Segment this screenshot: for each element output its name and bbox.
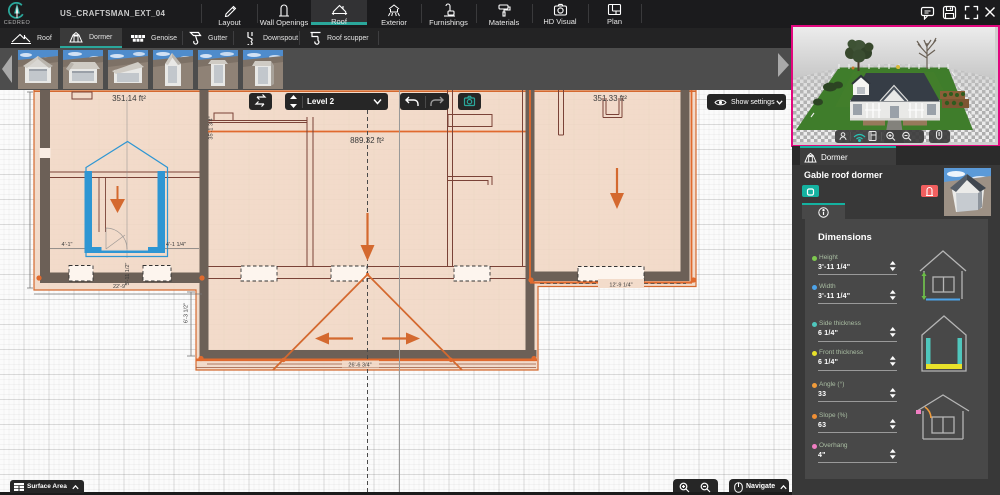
- svg-text:889.32 ft²: 889.32 ft²: [350, 136, 384, 145]
- svg-text:26'-6 3/4": 26'-6 3/4": [348, 363, 371, 369]
- svg-text:351.14 ft²: 351.14 ft²: [112, 94, 146, 103]
- svg-text:6'-3 1/2": 6'-3 1/2": [184, 303, 190, 323]
- svg-text:35'-1 3/4": 35'-1 3/4": [209, 116, 215, 139]
- svg-text:351.33 ft²: 351.33 ft²: [593, 94, 627, 103]
- svg-text:4'-1 1/4": 4'-1 1/4": [166, 242, 186, 248]
- svg-text:4'-1": 4'-1": [62, 242, 73, 248]
- svg-text:3'-11 1/2": 3'-11 1/2": [125, 263, 131, 286]
- svg-text:12'-9 1/4": 12'-9 1/4": [609, 283, 632, 289]
